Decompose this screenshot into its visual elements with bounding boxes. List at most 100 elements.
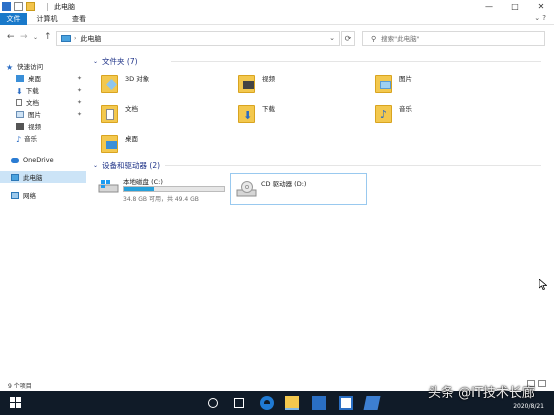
sidebar-item-music[interactable]: ♪ 音乐 [16, 132, 86, 144]
folder-icon [375, 72, 392, 93]
search-box[interactable]: ⚲ [362, 31, 545, 46]
item-count: 9 个项目 [8, 383, 32, 390]
window-title: 此电脑 [54, 3, 75, 11]
folder-icon [101, 102, 118, 123]
folder-icon [101, 72, 118, 93]
pin-icon[interactable]: ✦ [77, 87, 82, 94]
edge-browser-icon[interactable] [260, 396, 274, 410]
tab-view[interactable]: 查看 [68, 13, 90, 25]
group-title: 文件夹 (7) [102, 57, 138, 66]
folder-documents[interactable]: 文档 [93, 100, 233, 126]
search-input[interactable] [381, 34, 532, 43]
folder-videos[interactable]: 视频 [230, 70, 370, 96]
windows-start-icon[interactable] [10, 397, 22, 409]
mail-icon[interactable] [339, 396, 353, 410]
sidebar-item-label: 网络 [23, 192, 36, 200]
chevron-right-icon[interactable]: › [74, 35, 76, 42]
video-icon [16, 122, 24, 130]
sidebar-item-network[interactable]: 网络 [11, 189, 86, 201]
tab-computer[interactable]: 计算机 [34, 13, 60, 25]
hard-drive-icon [98, 179, 119, 193]
network-icon [11, 191, 19, 199]
folder-desktop[interactable]: 桌面 [93, 130, 233, 156]
chevron-down-icon[interactable]: ⌄ [93, 58, 98, 65]
close-button[interactable]: ✕ [528, 0, 554, 13]
doc-icon [106, 109, 114, 120]
drives-group-header[interactable]: ⌄ 设备和驱动器 (2) [93, 160, 541, 171]
group-divider [165, 165, 541, 166]
pin-icon[interactable]: ✦ [77, 111, 82, 118]
folder-downloads[interactable]: ⬇ 下载 [230, 100, 370, 126]
folder-icon [101, 132, 118, 153]
breadcrumb-this-pc[interactable]: 此电脑 [80, 34, 101, 44]
sidebar-item-label: OneDrive [23, 156, 54, 164]
address-dropdown-icon[interactable]: ⌄ [329, 34, 335, 42]
address-bar[interactable]: › 此电脑 ⌄ [56, 31, 340, 46]
folder-music[interactable]: ♪ 音乐 [367, 100, 507, 126]
sidebar-item-pictures[interactable]: 图片 ✦ [16, 108, 86, 120]
large-icons-view-icon[interactable] [538, 380, 546, 387]
app-icon[interactable] [363, 396, 381, 410]
drive-d[interactable]: CD 驱动器 (D:) [230, 173, 367, 205]
sidebar-item-downloads[interactable]: ⬇ 下载 ✦ [16, 84, 86, 96]
app-icon[interactable] [2, 2, 11, 11]
sidebar-item-label: 视频 [28, 123, 41, 131]
maximize-button[interactable]: □ [502, 0, 528, 13]
pin-icon[interactable]: ✦ [77, 99, 82, 106]
ribbon-tabs: 文件 计算机 查看 ⌄ ? [0, 13, 554, 25]
title-bar: 此电脑 — □ ✕ [0, 0, 554, 13]
folders-group-header[interactable]: ⌄ 文件夹 (7) [93, 56, 541, 67]
folder-name: 图片 [399, 75, 412, 83]
drive-c[interactable]: 本地磁盘 (C:) 34.8 GB 可用，共 49.4 GB [93, 172, 231, 204]
sidebar-item-desktop[interactable]: 桌面 ✦ [16, 72, 86, 84]
minimize-button[interactable]: — [476, 0, 502, 13]
pin-icon[interactable]: ✦ [77, 75, 82, 82]
star-icon: ★ [6, 62, 14, 72]
search-icon[interactable] [208, 398, 218, 408]
back-arrow-icon[interactable]: ← [7, 32, 15, 42]
file-explorer-icon[interactable] [285, 396, 299, 410]
watermark-text: 头条 @IT技术长廊 [428, 386, 535, 401]
sidebar-item-label: 下载 [25, 87, 39, 95]
sidebar-item-this-pc[interactable]: 此电脑 [0, 171, 86, 183]
chevron-down-icon[interactable]: ⌄ [93, 162, 98, 169]
pc-icon [11, 173, 19, 181]
folder-3d-objects[interactable]: 3D 对象 [93, 70, 233, 96]
desktop-icon [106, 141, 117, 149]
recent-dropdown-icon[interactable]: ⌄ [33, 34, 38, 41]
sidebar-item-label: 图片 [28, 111, 41, 119]
properties-icon[interactable] [14, 2, 23, 11]
sidebar-item-quick-access[interactable]: ★ 快速访问 [6, 60, 92, 72]
document-icon [16, 98, 22, 106]
refresh-button[interactable]: ⟳ [341, 31, 355, 46]
sidebar-item-documents[interactable]: 文档 ✦ [16, 96, 86, 108]
pc-icon [61, 35, 71, 42]
download-icon: ⬇ [243, 109, 253, 122]
navigation-pane: ★ 快速访问 桌面 ✦ ⬇ 下载 ✦ 文档 ✦ 图片 ✦ 视频 ♪ 音乐 One… [0, 56, 90, 376]
drive-usage-bar [123, 186, 225, 192]
up-arrow-icon[interactable]: ↑ [44, 32, 52, 42]
download-icon: ⬇ [16, 86, 23, 96]
cloud-icon [11, 157, 19, 163]
chevron-down-icon[interactable]: ⌄ ? [534, 14, 546, 22]
forward-arrow-icon[interactable]: → [20, 32, 28, 42]
window-controls: — □ ✕ [476, 0, 554, 13]
music-icon: ♪ [16, 134, 22, 144]
store-icon[interactable] [312, 396, 326, 410]
folder-pictures[interactable]: 图片 [367, 70, 507, 96]
new-folder-icon[interactable] [26, 2, 35, 11]
desktop-icon [16, 74, 24, 82]
sidebar-item-onedrive[interactable]: OneDrive [11, 154, 86, 166]
picture-icon [380, 81, 391, 89]
folder-name: 音乐 [399, 105, 412, 113]
search-icon: ⚲ [371, 34, 377, 43]
tab-file[interactable]: 文件 [0, 13, 27, 25]
folder-icon: ♪ [375, 102, 392, 123]
drive-usage-fill [124, 187, 154, 191]
folder-name: 下载 [262, 105, 275, 113]
sidebar-item-videos[interactable]: 视频 [16, 120, 86, 132]
folder-name: 视频 [262, 75, 275, 83]
sidebar-item-label: 桌面 [28, 75, 41, 83]
sidebar-item-label: 音乐 [24, 135, 38, 143]
task-view-icon[interactable] [234, 398, 244, 408]
